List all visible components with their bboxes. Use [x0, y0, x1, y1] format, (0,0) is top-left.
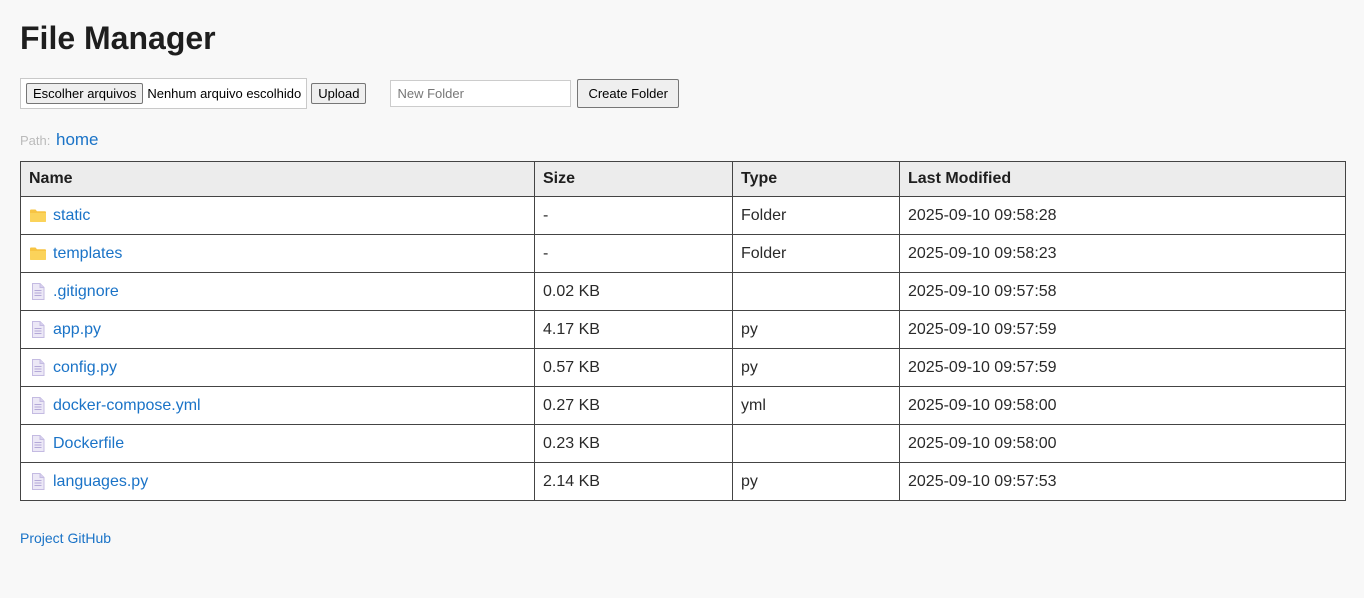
file-upload-field: Escolher arquivos Nenhum arquivo escolhi…: [20, 78, 308, 109]
file-status-text: Nenhum arquivo escolhido: [147, 86, 302, 101]
type-cell: py: [732, 310, 900, 349]
file-name-link[interactable]: config.py: [53, 359, 117, 377]
path-label: Path:: [20, 133, 51, 148]
table-row[interactable]: templates - Folder 2025-09-10 09:58:23: [20, 234, 1346, 273]
file-name-link[interactable]: languages.py: [53, 473, 148, 491]
file-icon: [29, 473, 47, 491]
last-modified-cell: 2025-09-10 09:57:59: [899, 310, 1346, 349]
folder-icon: [29, 245, 47, 263]
file-table: Name Size Type Last Modified static - Fold…: [20, 161, 1346, 501]
last-modified-cell: 2025-09-10 09:57:53: [899, 462, 1346, 501]
size-cell: 0.27 KB: [534, 386, 733, 425]
type-cell: [732, 424, 900, 463]
table-row[interactable]: config.py 0.57 KB py 2025-09-10 09:57:59: [20, 348, 1346, 387]
page-title: File Manager: [20, 20, 216, 56]
table-header-row: Name Size Type Last Modified: [20, 161, 1346, 197]
header-type[interactable]: Type: [732, 161, 900, 197]
breadcrumb: Path: home: [20, 130, 99, 150]
upload-button[interactable]: Upload: [311, 83, 367, 104]
type-cell: yml: [732, 386, 900, 425]
file-name-link[interactable]: app.py: [53, 321, 101, 339]
size-cell: 0.23 KB: [534, 424, 733, 463]
file-icon: [29, 435, 47, 453]
header-name[interactable]: Name: [20, 161, 535, 197]
name-cell: static: [20, 196, 535, 235]
last-modified-cell: 2025-09-10 09:58:23: [899, 234, 1346, 273]
name-cell: Dockerfile: [20, 424, 535, 463]
new-folder-input[interactable]: [390, 80, 572, 107]
name-cell: languages.py: [20, 462, 535, 501]
name-cell: .gitignore: [20, 272, 535, 311]
type-cell: py: [732, 462, 900, 501]
file-name-link[interactable]: Dockerfile: [53, 435, 124, 453]
header-last-modified[interactable]: Last Modified: [899, 161, 1346, 197]
last-modified-cell: 2025-09-10 09:57:59: [899, 348, 1346, 387]
size-cell: 0.02 KB: [534, 272, 733, 311]
name-cell: app.py: [20, 310, 535, 349]
table-row[interactable]: app.py 4.17 KB py 2025-09-10 09:57:59: [20, 310, 1346, 349]
toolbar: Escolher arquivos Nenhum arquivo escolhi…: [20, 77, 679, 110]
file-name-link[interactable]: static: [53, 207, 90, 225]
name-cell: docker-compose.yml: [20, 386, 535, 425]
last-modified-cell: 2025-09-10 09:58:00: [899, 386, 1346, 425]
name-cell: config.py: [20, 348, 535, 387]
file-name-link[interactable]: templates: [53, 245, 122, 263]
type-cell: Folder: [732, 234, 900, 273]
size-cell: 2.14 KB: [534, 462, 733, 501]
type-cell: Folder: [732, 196, 900, 235]
project-github-link[interactable]: Project GitHub: [20, 530, 111, 546]
table-row[interactable]: .gitignore 0.02 KB 2025-09-10 09:57:58: [20, 272, 1346, 311]
file-icon: [29, 321, 47, 339]
file-table-body: static - Folder 2025-09-10 09:58:28 template…: [20, 196, 1346, 501]
file-name-link[interactable]: .gitignore: [53, 283, 119, 301]
last-modified-cell: 2025-09-10 09:58:28: [899, 196, 1346, 235]
size-cell: -: [534, 234, 733, 273]
last-modified-cell: 2025-09-10 09:57:58: [899, 272, 1346, 311]
file-name-link[interactable]: docker-compose.yml: [53, 397, 201, 415]
file-icon: [29, 397, 47, 415]
header-size[interactable]: Size: [534, 161, 733, 197]
table-row[interactable]: Dockerfile 0.23 KB 2025-09-10 09:58:00: [20, 424, 1346, 463]
file-icon: [29, 359, 47, 377]
last-modified-cell: 2025-09-10 09:58:00: [899, 424, 1346, 463]
name-cell: templates: [20, 234, 535, 273]
size-cell: 0.57 KB: [534, 348, 733, 387]
breadcrumb-home-link[interactable]: home: [56, 130, 99, 149]
choose-files-button[interactable]: Escolher arquivos: [26, 83, 144, 104]
size-cell: 4.17 KB: [534, 310, 733, 349]
file-icon: [29, 283, 47, 301]
type-cell: py: [732, 348, 900, 387]
footer: Project GitHub: [20, 530, 111, 546]
create-folder-button[interactable]: Create Folder: [577, 79, 679, 108]
table-row[interactable]: languages.py 2.14 KB py 2025-09-10 09:57:53: [20, 462, 1346, 501]
table-row[interactable]: static - Folder 2025-09-10 09:58:28: [20, 196, 1346, 235]
size-cell: -: [534, 196, 733, 235]
folder-icon: [29, 207, 47, 225]
table-row[interactable]: docker-compose.yml 0.27 KB yml 2025-09-10 0…: [20, 386, 1346, 425]
type-cell: [732, 272, 900, 311]
